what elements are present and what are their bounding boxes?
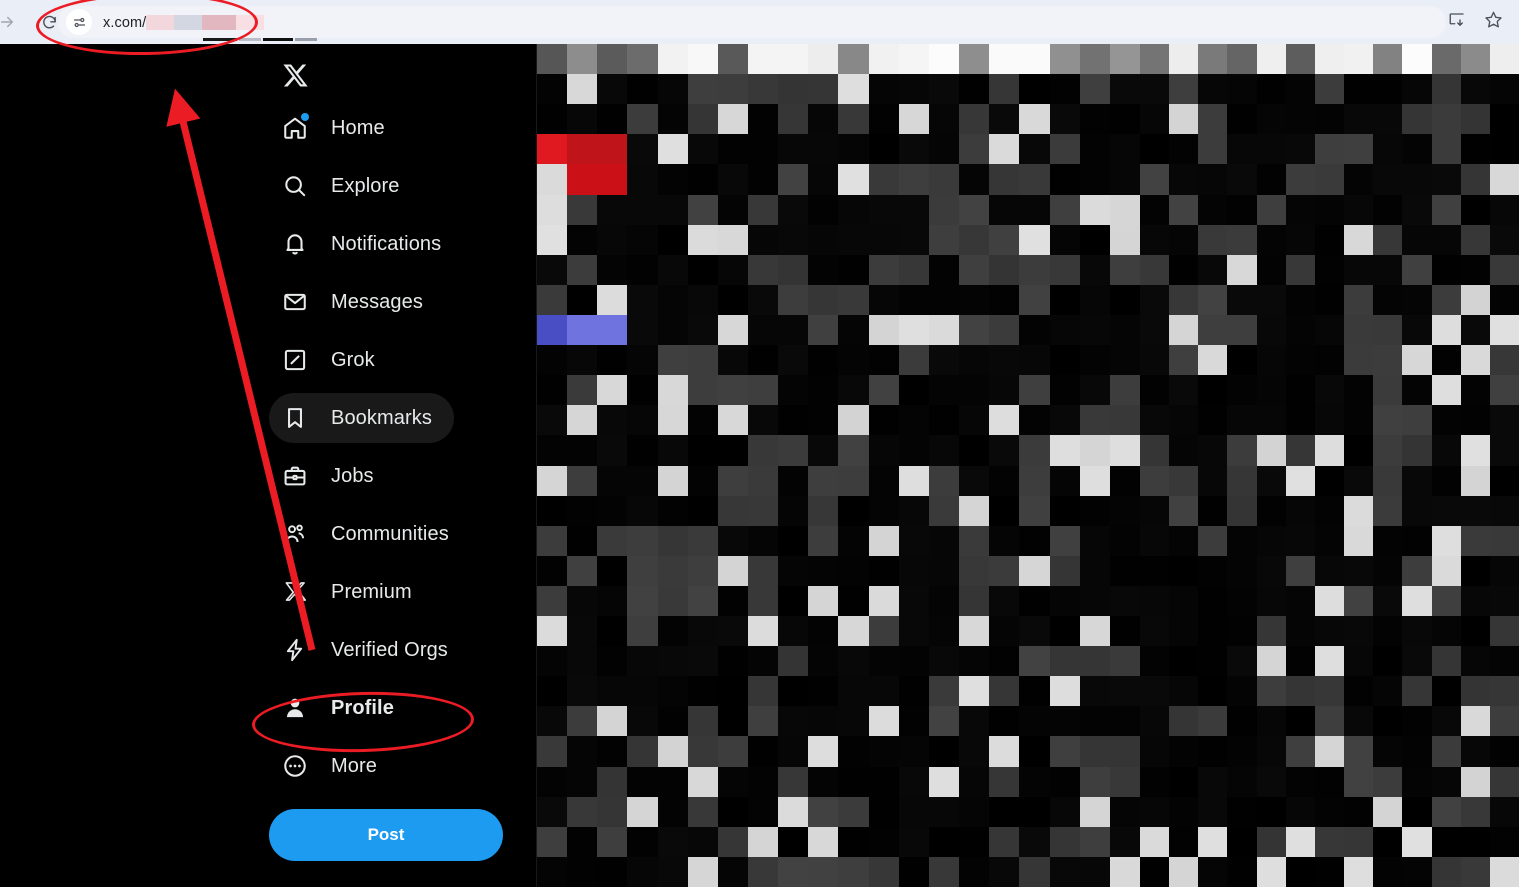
forward-arrow-icon[interactable] [0, 7, 22, 37]
browser-window: x.com/ Home Explore Notifications Messag… [0, 0, 1519, 887]
sidebar-item-label: Grok [331, 348, 375, 371]
home-notification-dot [301, 113, 309, 121]
star-icon[interactable] [1484, 10, 1503, 34]
pixelated-content [537, 44, 1140, 887]
sidebar-item-communities[interactable]: Communities [269, 509, 471, 559]
url-prefix: x.com/ [103, 15, 147, 31]
x-premium-icon [277, 574, 313, 610]
install-app-icon[interactable] [1448, 11, 1466, 34]
communities-icon [277, 516, 313, 552]
sidebar-item-label: Jobs [331, 464, 374, 487]
x-logo[interactable] [269, 49, 321, 101]
url-redaction-underline [203, 38, 317, 41]
address-bar[interactable]: x.com/ [58, 6, 1446, 41]
sidebar-item-profile[interactable]: Profile [269, 683, 416, 733]
sidebar-item-jobs[interactable]: Jobs [269, 451, 396, 501]
sidebar-item-explore[interactable]: Explore [269, 161, 422, 211]
sidebar-item-bookmarks[interactable]: Bookmarks [269, 393, 454, 443]
right-sidebar-column[interactable] [1140, 44, 1519, 887]
browser-toolbar: x.com/ [0, 0, 1519, 44]
sidebar-item-messages[interactable]: Messages [269, 277, 445, 327]
sidebar-item-label: Explore [331, 174, 400, 197]
post-button[interactable]: Post [269, 809, 503, 861]
url-text: x.com/ [103, 13, 265, 31]
web-page: Home Explore Notifications Messages Grok… [0, 44, 1519, 887]
sidebar-nav-list: Home Explore Notifications Messages Grok… [269, 103, 537, 791]
sidebar-item-notifications[interactable]: Notifications [269, 219, 463, 269]
sidebar-item-label: Messages [331, 290, 423, 313]
home-icon [277, 110, 313, 146]
tune-icon[interactable] [66, 9, 92, 35]
more-circle-icon [277, 748, 313, 784]
sidebar-item-more[interactable]: More [269, 741, 399, 791]
search-icon [277, 168, 313, 204]
sidebar-item-label: Notifications [331, 232, 442, 255]
bookmark-icon [277, 400, 313, 436]
person-icon [277, 690, 313, 726]
sidebar-item-label: Premium [331, 580, 412, 603]
lightning-bolt-icon [277, 632, 313, 668]
navigation-buttons [0, 7, 64, 37]
sidebar-item-label: Verified Orgs [331, 638, 448, 661]
sidebar-item-label: Communities [331, 522, 449, 545]
briefcase-icon [277, 458, 313, 494]
toolbar-actions [1448, 0, 1503, 44]
sidebar-item-premium[interactable]: Premium [269, 567, 434, 617]
pixelated-content [1140, 44, 1519, 887]
url-redaction-blocks [146, 13, 265, 30]
envelope-icon [277, 284, 313, 320]
primary-sidebar: Home Explore Notifications Messages Grok… [0, 44, 537, 887]
grok-icon [277, 342, 313, 378]
timeline-column[interactable] [537, 44, 1140, 887]
sidebar-item-label: Bookmarks [331, 406, 432, 429]
sidebar-item-grok[interactable]: Grok [269, 335, 397, 385]
sidebar-item-label: More [331, 754, 377, 777]
sidebar-item-verified-orgs[interactable]: Verified Orgs [269, 625, 470, 675]
sidebar-item-home[interactable]: Home [269, 103, 407, 153]
bell-icon [277, 226, 313, 262]
sidebar-item-label: Profile [331, 696, 394, 719]
sidebar-item-label: Home [331, 116, 385, 139]
